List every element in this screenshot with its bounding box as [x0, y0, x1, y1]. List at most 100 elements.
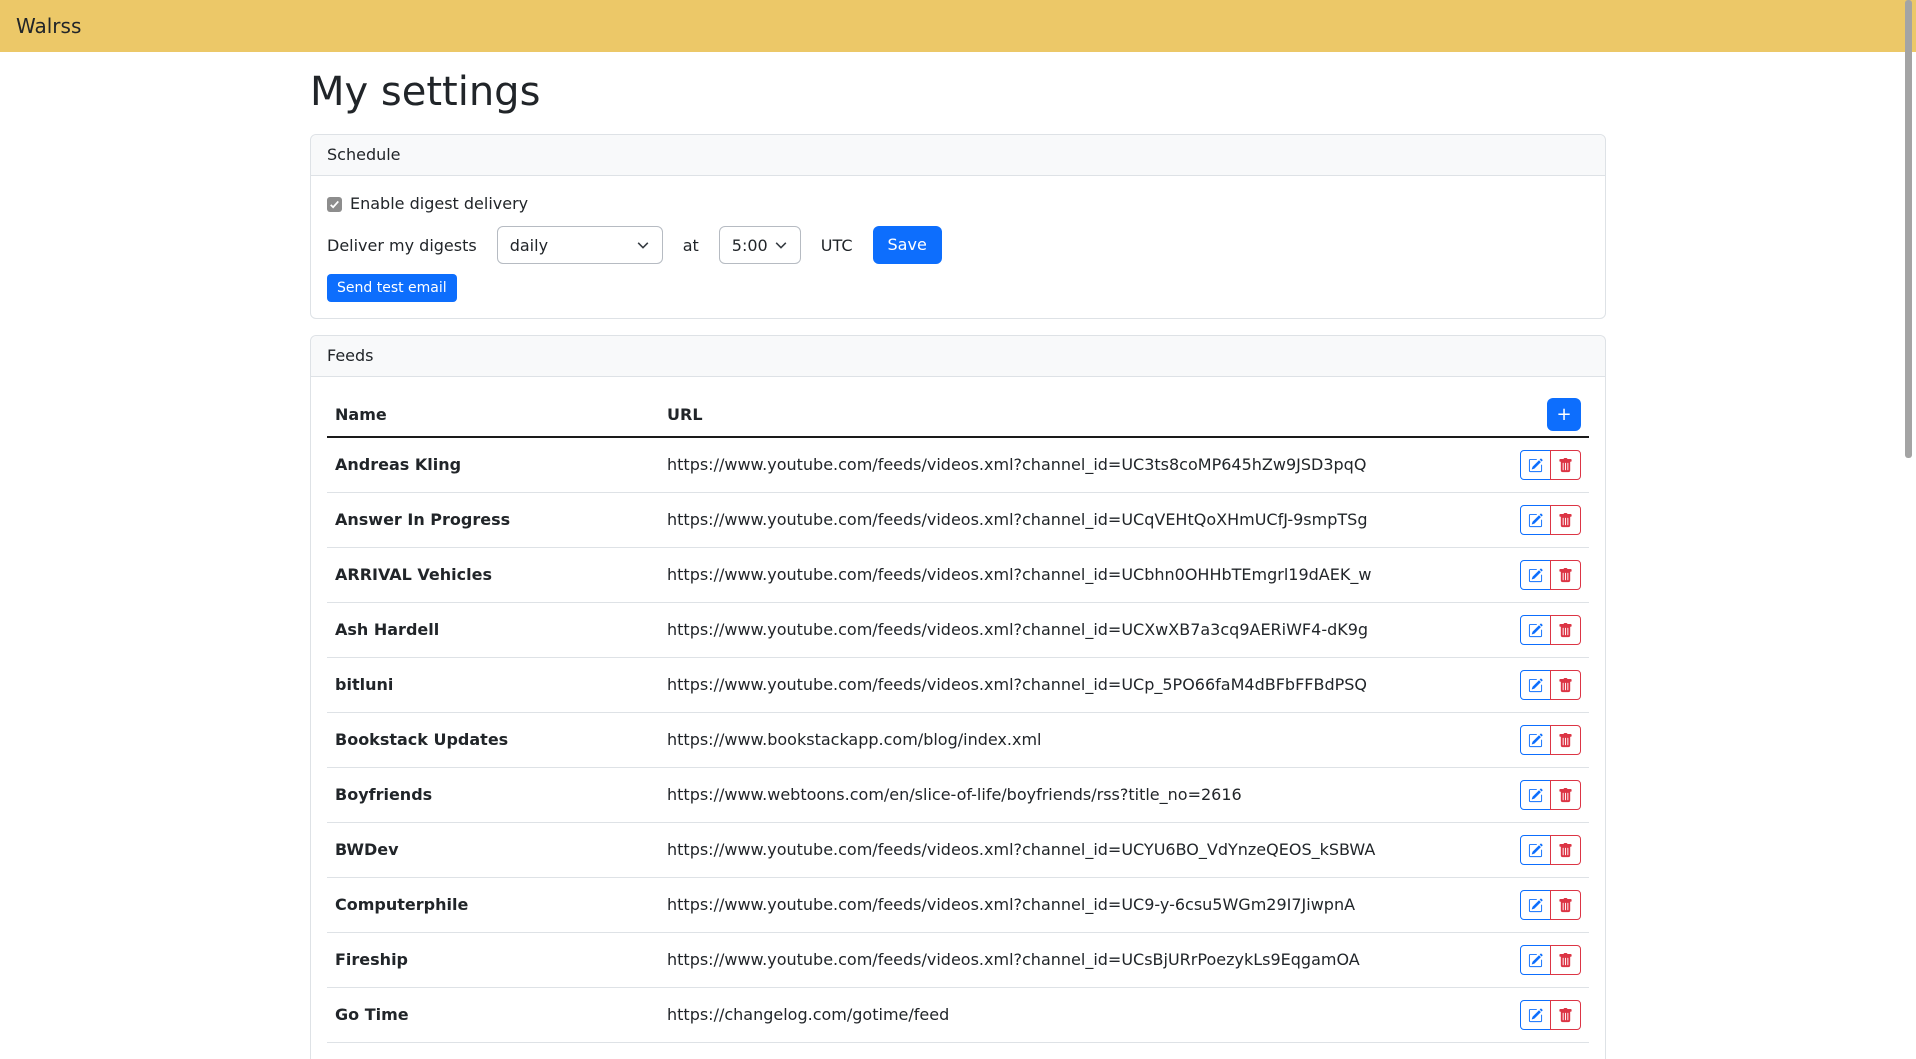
feed-actions — [1512, 878, 1589, 933]
pencil-square-icon — [1528, 843, 1543, 858]
edit-feed-button[interactable] — [1520, 560, 1551, 590]
feed-actions — [1512, 548, 1589, 603]
save-button[interactable]: Save — [873, 226, 942, 264]
feed-actions-group — [1520, 560, 1581, 590]
delete-feed-button[interactable] — [1550, 725, 1581, 755]
feeds-card-header: Feeds — [311, 336, 1605, 377]
pencil-square-icon — [1528, 733, 1543, 748]
edit-feed-button[interactable] — [1520, 450, 1551, 480]
feed-actions-group — [1520, 945, 1581, 975]
column-header-url: URL — [659, 393, 1512, 437]
feed-actions — [1512, 437, 1589, 493]
scrollbar-thumb[interactable] — [1905, 0, 1912, 458]
pencil-square-icon — [1528, 898, 1543, 913]
feed-actions-group — [1520, 670, 1581, 700]
enable-digest-label[interactable]: Enable digest delivery — [350, 192, 528, 216]
feed-actions-group — [1520, 835, 1581, 865]
add-feed-button[interactable]: + — [1547, 398, 1581, 431]
schedule-card-header: Schedule — [311, 135, 1605, 176]
delete-feed-button[interactable] — [1550, 835, 1581, 865]
delete-feed-button[interactable] — [1550, 505, 1581, 535]
feed-name: bitluni — [327, 658, 659, 713]
table-row: Answer In Progress https://www.youtube.c… — [327, 493, 1589, 548]
feeds-table-header-row: Name URL + — [327, 393, 1589, 437]
feed-url: https://www.youtube.com/feeds/videos.xml… — [659, 878, 1512, 933]
feed-actions-group — [1520, 780, 1581, 810]
feed-actions — [1512, 713, 1589, 768]
navbar: Walrss — [0, 0, 1916, 52]
edit-feed-button[interactable] — [1520, 615, 1551, 645]
pencil-square-icon — [1528, 953, 1543, 968]
column-header-name: Name — [327, 393, 659, 437]
feed-actions — [1512, 603, 1589, 658]
delete-feed-button[interactable] — [1550, 1000, 1581, 1030]
delete-feed-button[interactable] — [1550, 560, 1581, 590]
feed-url: https://changelog.com/gotime/feed — [659, 988, 1512, 1043]
time-value: 5:00 — [732, 236, 768, 255]
checkmark-icon — [329, 199, 340, 210]
feed-actions-group — [1520, 725, 1581, 755]
delete-feed-button[interactable] — [1550, 780, 1581, 810]
edit-feed-button[interactable] — [1520, 725, 1551, 755]
at-label: at — [683, 236, 699, 255]
feed-name: Boyfriends — [327, 768, 659, 823]
send-test-email-button[interactable]: Send test email — [327, 274, 457, 302]
feed-name: Computerphile — [327, 878, 659, 933]
scrollbar[interactable] — [1904, 0, 1916, 941]
trash-icon — [1558, 1008, 1573, 1023]
feed-name: ARRIVAL Vehicles — [327, 548, 659, 603]
delete-feed-button[interactable] — [1550, 945, 1581, 975]
feed-url: https://www.youtube.com/feeds/videos.xml… — [659, 437, 1512, 493]
edit-feed-button[interactable] — [1520, 505, 1551, 535]
delete-feed-button[interactable] — [1550, 450, 1581, 480]
trash-icon — [1558, 843, 1573, 858]
feed-actions-group — [1520, 615, 1581, 645]
delete-feed-button[interactable] — [1550, 890, 1581, 920]
trash-icon — [1558, 568, 1573, 583]
feed-name: Bookstack Updates — [327, 713, 659, 768]
feed-url: https://www.webtoons.com/en/slice-of-lif… — [659, 768, 1512, 823]
feeds-table: Name URL + Andreas Kling https://www.you… — [327, 393, 1589, 1043]
trash-icon — [1558, 678, 1573, 693]
edit-feed-button[interactable] — [1520, 890, 1551, 920]
feed-actions — [1512, 823, 1589, 878]
feeds-card-body: Name URL + Andreas Kling https://www.you… — [311, 377, 1605, 1059]
edit-feed-button[interactable] — [1520, 945, 1551, 975]
feed-url: https://www.youtube.com/feeds/videos.xml… — [659, 823, 1512, 878]
pencil-square-icon — [1528, 458, 1543, 473]
edit-feed-button[interactable] — [1520, 780, 1551, 810]
feed-actions-group — [1520, 450, 1581, 480]
table-row: Go Time https://changelog.com/gotime/fee… — [327, 988, 1589, 1043]
time-select[interactable]: 5:00 — [719, 226, 801, 264]
feed-name: Answer In Progress — [327, 493, 659, 548]
table-row: Bookstack Updates https://www.bookstacka… — [327, 713, 1589, 768]
trash-icon — [1558, 458, 1573, 473]
frequency-select[interactable]: daily — [497, 226, 663, 264]
enable-digest-checkbox[interactable] — [327, 197, 342, 212]
table-row: Andreas Kling https://www.youtube.com/fe… — [327, 437, 1589, 493]
feed-url: https://www.youtube.com/feeds/videos.xml… — [659, 548, 1512, 603]
pencil-square-icon — [1528, 788, 1543, 803]
delete-feed-button[interactable] — [1550, 670, 1581, 700]
pencil-square-icon — [1528, 513, 1543, 528]
feed-url: https://www.youtube.com/feeds/videos.xml… — [659, 658, 1512, 713]
edit-feed-button[interactable] — [1520, 1000, 1551, 1030]
feeds-table-body: Andreas Kling https://www.youtube.com/fe… — [327, 437, 1589, 1043]
main-container: My settings Schedule Enable digest deliv… — [298, 52, 1618, 1059]
feed-actions — [1512, 988, 1589, 1043]
schedule-card-body: Enable digest delivery Deliver my digest… — [311, 176, 1605, 318]
trash-icon — [1558, 733, 1573, 748]
trash-icon — [1558, 513, 1573, 528]
edit-feed-button[interactable] — [1520, 670, 1551, 700]
feed-url: https://www.bookstackapp.com/blog/index.… — [659, 713, 1512, 768]
table-row: BWDev https://www.youtube.com/feeds/vide… — [327, 823, 1589, 878]
edit-feed-button[interactable] — [1520, 835, 1551, 865]
feed-url: https://www.youtube.com/feeds/videos.xml… — [659, 603, 1512, 658]
delete-feed-button[interactable] — [1550, 615, 1581, 645]
schedule-card: Schedule Enable digest delivery Deliver … — [310, 134, 1606, 319]
table-row: Ash Hardell https://www.youtube.com/feed… — [327, 603, 1589, 658]
feed-actions — [1512, 768, 1589, 823]
feed-url: https://www.youtube.com/feeds/videos.xml… — [659, 493, 1512, 548]
trash-icon — [1558, 788, 1573, 803]
navbar-brand[interactable]: Walrss — [16, 14, 81, 38]
